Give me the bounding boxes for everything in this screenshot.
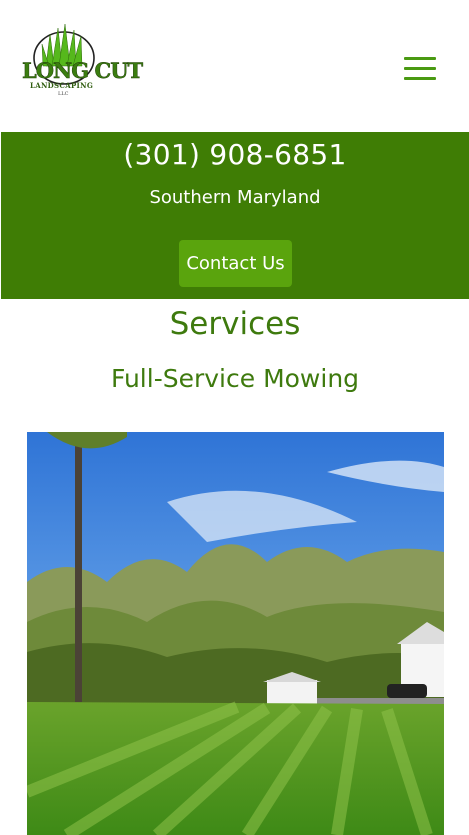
- site-header: LONG CUT LANDSCAPING LLC: [0, 0, 469, 132]
- contact-us-button[interactable]: Contact Us: [179, 240, 292, 287]
- service-region: Southern Maryland: [149, 187, 321, 208]
- logo-suffix: LLC: [58, 91, 69, 97]
- section-title: Full-Service Mowing: [110, 364, 360, 393]
- lawn-photo: [27, 432, 444, 835]
- logo-subtitle: LANDSCAPING: [30, 81, 94, 90]
- page-title: Services: [169, 306, 301, 342]
- phone-number[interactable]: (301) 908-6851: [0, 138, 469, 171]
- hamburger-icon[interactable]: [404, 57, 436, 81]
- logo-wordmark: LONG CUT: [22, 58, 144, 84]
